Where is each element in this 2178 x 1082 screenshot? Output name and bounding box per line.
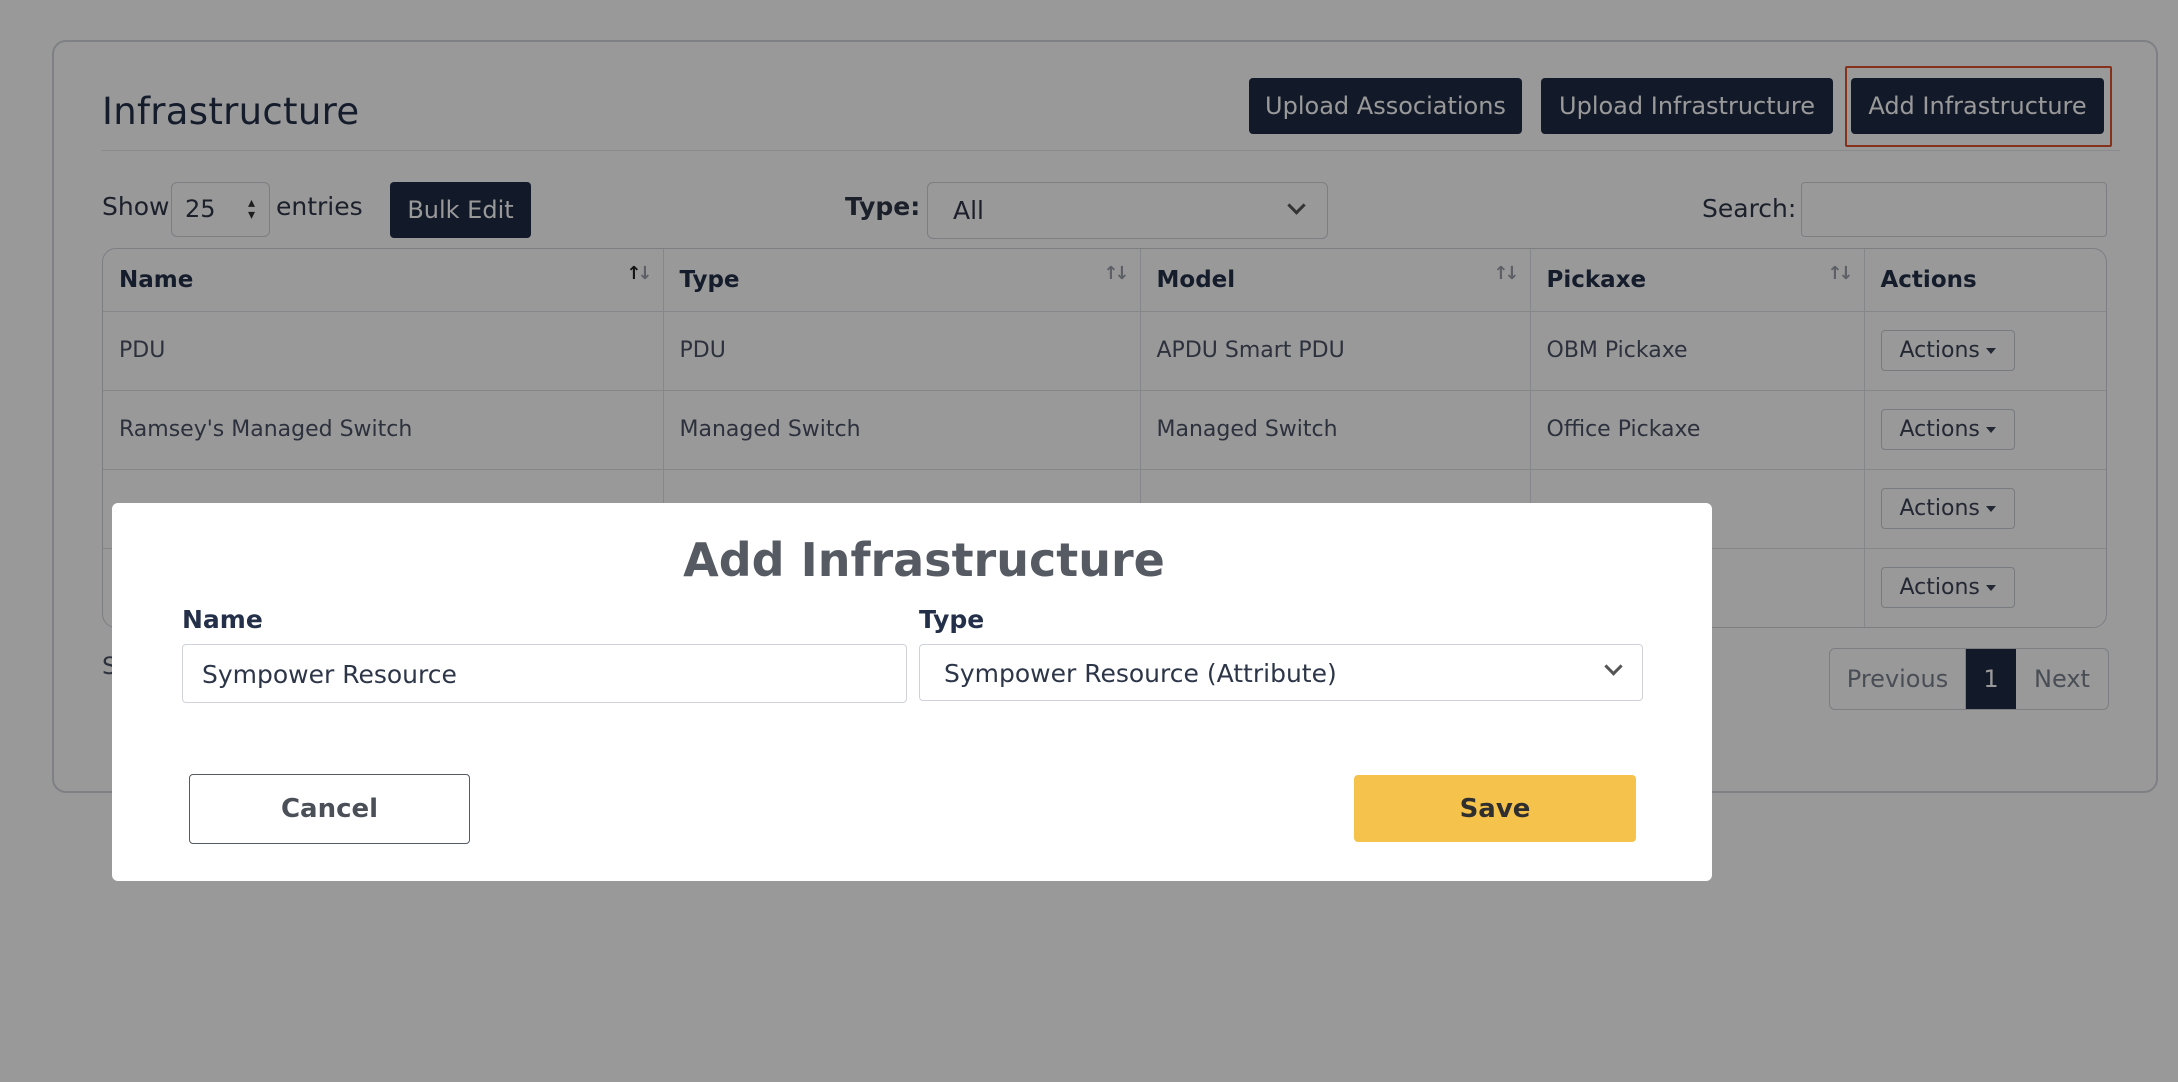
add-infrastructure-modal: Add Infrastructure Name Type Sympower Re… xyxy=(112,503,1712,881)
name-input[interactable]: Sympower Resource xyxy=(182,644,907,703)
save-button[interactable]: Save xyxy=(1354,775,1636,842)
modal-title: Add Infrastructure xyxy=(683,533,1165,587)
type-select[interactable]: Sympower Resource (Attribute) xyxy=(919,644,1643,701)
type-select-value: Sympower Resource (Attribute) xyxy=(944,659,1337,688)
name-input-value: Sympower Resource xyxy=(202,660,457,689)
cancel-button[interactable]: Cancel xyxy=(189,774,470,844)
name-field-label: Name xyxy=(182,605,263,634)
chevron-down-icon xyxy=(1604,657,1623,676)
type-field-label: Type xyxy=(919,605,985,634)
